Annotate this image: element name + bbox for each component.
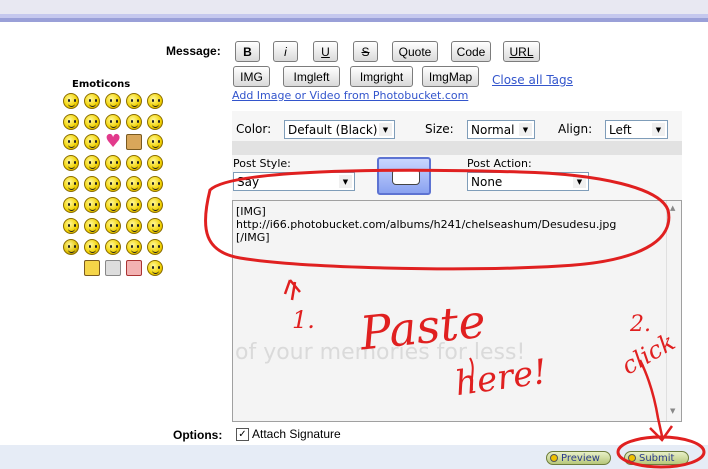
scroll-up-icon[interactable]: ▲ <box>670 204 675 212</box>
attach-signature-label: Attach Signature <box>252 427 341 441</box>
size-select[interactable]: Normal ▼ <box>467 120 535 139</box>
wink-icon[interactable] <box>147 93 163 109</box>
submit-icon <box>628 454 636 462</box>
underline-button[interactable]: U <box>313 41 338 62</box>
code-button[interactable]: Code <box>451 41 491 62</box>
worried-icon[interactable] <box>63 197 79 213</box>
angry-icon[interactable] <box>105 114 121 130</box>
img-button[interactable]: IMG <box>233 66 270 87</box>
surprise-icon[interactable] <box>126 114 142 130</box>
post-style-select[interactable]: Say ▼ <box>233 172 355 191</box>
devil-icon[interactable] <box>147 114 163 130</box>
money-icon[interactable] <box>126 197 142 213</box>
scroll-down-icon[interactable]: ▼ <box>670 407 675 415</box>
preview-button[interactable]: Preview <box>546 451 611 465</box>
imgleft-button[interactable]: Imgleft <box>283 66 340 87</box>
color-label: Color: <box>236 122 272 136</box>
mad-icon[interactable] <box>84 197 100 213</box>
close-all-tags-link[interactable]: Close all Tags <box>492 73 573 87</box>
top-band <box>0 0 708 22</box>
phone-icon[interactable] <box>126 239 142 255</box>
url-button[interactable]: URL <box>503 41 540 62</box>
shy-icon[interactable] <box>105 155 121 171</box>
options-label: Options: <box>173 428 223 442</box>
eyeroll-icon[interactable] <box>126 218 142 234</box>
cool-icon[interactable] <box>84 176 100 192</box>
exclaim-icon[interactable] <box>147 197 163 213</box>
neutral-icon[interactable] <box>63 176 79 192</box>
ninja-icon[interactable] <box>63 239 79 255</box>
chart-icon[interactable] <box>105 260 121 276</box>
align-label: Align: <box>558 122 593 136</box>
align-select-value: Left <box>609 122 632 137</box>
grin-icon[interactable] <box>84 93 100 109</box>
thinking-icon[interactable] <box>63 218 79 234</box>
message-label: Message: <box>166 44 221 58</box>
chevron-down-icon: ▼ <box>652 123 665 136</box>
smile-icon[interactable] <box>63 93 79 109</box>
preview-icon <box>550 454 558 462</box>
sad-icon[interactable] <box>105 93 121 109</box>
chevron-down-icon: ▼ <box>339 175 352 188</box>
quote-button[interactable]: Quote <box>392 41 438 62</box>
wave-icon[interactable] <box>84 239 100 255</box>
size-select-value: Normal <box>471 122 515 137</box>
align-select[interactable]: Left ▼ <box>605 120 668 139</box>
sleepy-icon[interactable] <box>147 134 163 150</box>
kiss-icon[interactable] <box>147 176 163 192</box>
message-textarea[interactable]: [IMG] http://i66.photobucket.com/albums/… <box>232 200 682 422</box>
dizzy-icon[interactable] <box>63 134 79 150</box>
speech-bubble-icon <box>392 169 420 185</box>
cry-icon[interactable] <box>126 93 142 109</box>
post-action-select[interactable]: None ▼ <box>467 172 589 191</box>
italic-button[interactable]: i <box>273 41 298 62</box>
chevron-down-icon: ▼ <box>573 175 586 188</box>
laugh-icon[interactable] <box>63 114 79 130</box>
attach-signature-checkbox[interactable]: ✓ <box>236 428 249 441</box>
chevron-down-icon: ▼ <box>379 123 392 136</box>
teeth-icon[interactable] <box>147 218 163 234</box>
confused-icon[interactable] <box>84 134 100 150</box>
film-icon[interactable] <box>126 134 142 150</box>
cheese-icon[interactable] <box>84 260 100 276</box>
strikethrough-button[interactable]: S <box>353 41 378 62</box>
rofl-icon[interactable] <box>126 176 142 192</box>
color-select[interactable]: Default (Black) ▼ <box>284 120 395 139</box>
evil-icon[interactable] <box>84 218 100 234</box>
post-style-label: Post Style: <box>233 157 291 170</box>
question-icon[interactable] <box>126 155 142 171</box>
shock-icon[interactable] <box>105 197 121 213</box>
imgmap-button[interactable]: ImgMap <box>422 66 479 87</box>
color-select-value: Default (Black) <box>288 122 378 137</box>
submit-label: Submit <box>639 452 675 464</box>
smirk-icon[interactable] <box>105 176 121 192</box>
textarea-scrollbar[interactable]: ▲ ▼ <box>666 201 681 421</box>
post-action-value: None <box>471 174 503 189</box>
blush-icon[interactable] <box>84 114 100 130</box>
clown-icon[interactable] <box>147 239 163 255</box>
imgright-button[interactable]: Imgright <box>350 66 413 87</box>
add-photobucket-link[interactable]: Add Image or Video from Photobucket.com <box>232 89 468 102</box>
toolbar-divider <box>232 141 682 155</box>
post-action-label: Post Action: <box>467 157 532 170</box>
submit-button[interactable]: Submit <box>624 451 689 465</box>
speech-bubble-button[interactable] <box>377 157 431 195</box>
arrow-icon[interactable] <box>105 218 121 234</box>
tongue-icon[interactable] <box>84 155 100 171</box>
size-label: Size: <box>425 122 454 136</box>
bold-button[interactable]: B <box>235 41 260 62</box>
peek-icon[interactable] <box>147 260 163 276</box>
preview-label: Preview <box>561 452 600 464</box>
nerd-icon[interactable] <box>147 155 163 171</box>
sweat-icon[interactable] <box>105 239 121 255</box>
heart-icon[interactable] <box>105 131 121 152</box>
chevron-down-icon: ▼ <box>519 123 532 136</box>
happy-icon[interactable] <box>63 155 79 171</box>
emoticons-title: Emoticons <box>72 79 131 90</box>
post-style-value: Say <box>237 174 260 189</box>
gift-icon[interactable] <box>126 260 142 276</box>
